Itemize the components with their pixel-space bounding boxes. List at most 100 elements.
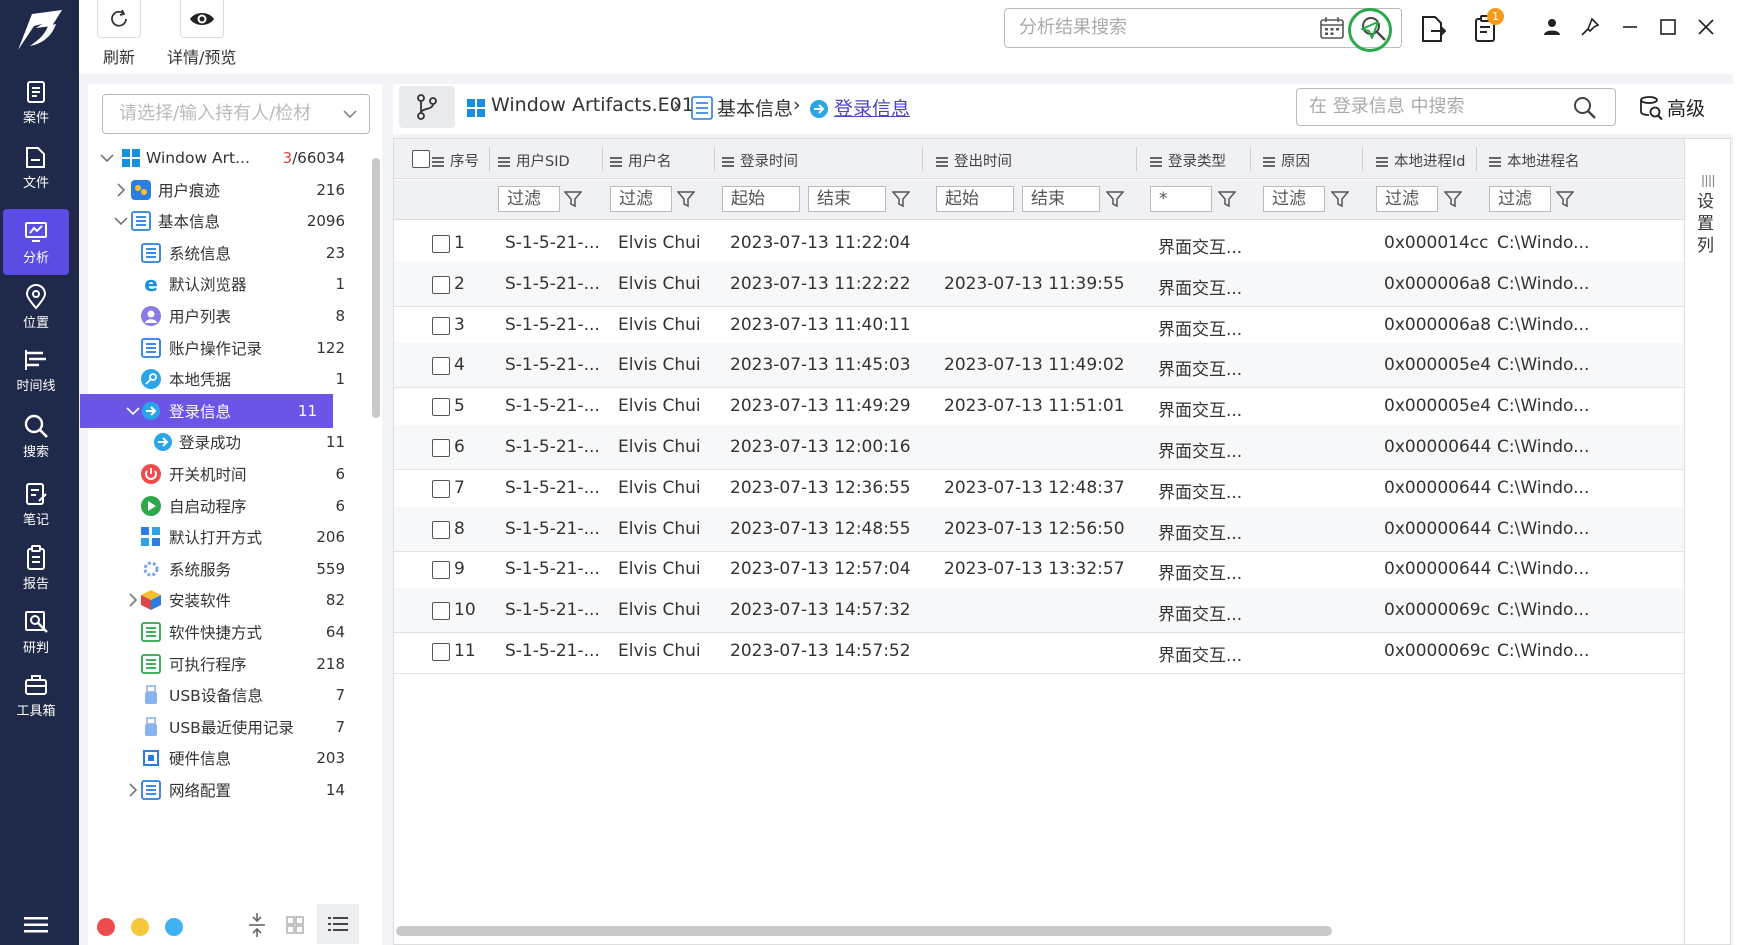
tree-item[interactable]: 软件快捷方式 64	[88, 615, 369, 649]
table-row[interactable]: 10 S-1-5-21-... Elvis Chui 2023-07-13 14:57…	[394, 588, 1684, 634]
tree-item[interactable]: Window Art... 3/66034	[88, 141, 369, 175]
table-row[interactable]: 5 S-1-5-21-... Elvis Chui 2023-07-13 11:49:…	[394, 384, 1684, 430]
grid-view-icon[interactable]	[286, 916, 304, 934]
minimize-button[interactable]	[1619, 16, 1641, 38]
column-filter-input[interactable]: 结束	[808, 186, 886, 212]
collapse-all-icon[interactable]	[247, 912, 267, 938]
column-divider[interactable]	[489, 147, 490, 171]
chevron-down-icon[interactable]	[114, 214, 128, 228]
tree-item[interactable]: 开关机时间 6	[88, 457, 369, 491]
row-checkbox[interactable]	[432, 602, 450, 621]
search-icon[interactable]	[1573, 96, 1597, 120]
nav-item-timeline[interactable]: 时间线	[3, 337, 69, 403]
list-view-button[interactable]	[317, 904, 359, 944]
tree-item[interactable]: 基本信息 2096	[88, 204, 369, 238]
row-checkbox[interactable]	[432, 357, 450, 376]
nav-item-analysis[interactable]: 分析	[3, 209, 69, 275]
tree-scrollbar[interactable]	[372, 158, 380, 418]
tree-item[interactable]: 网络配置 14	[88, 773, 369, 807]
tree-item[interactable]: e 默认浏览器 1	[88, 267, 369, 301]
nav-item-investigate[interactable]: 研判	[3, 599, 69, 665]
column-divider[interactable]	[602, 147, 603, 171]
pin-button[interactable]	[1579, 16, 1601, 38]
breadcrumb-current[interactable]: 登录信息	[834, 94, 910, 121]
filter-icon[interactable]	[677, 190, 695, 208]
tree-item[interactable]: 登录信息 11	[80, 393, 333, 428]
menu-icon[interactable]	[24, 915, 48, 935]
column-filter-input[interactable]: 过滤	[1376, 186, 1438, 212]
nav-item-search[interactable]: 搜索	[3, 403, 69, 469]
filter-icon[interactable]	[892, 190, 910, 208]
filter-icon[interactable]	[1218, 190, 1236, 208]
tree-item[interactable]: 账户操作记录 122	[88, 331, 369, 365]
chevron-right-icon[interactable]	[114, 183, 128, 197]
tree-item[interactable]: 系统信息 23	[88, 236, 369, 270]
column-divider[interactable]	[714, 147, 715, 171]
column-header[interactable]: 序号	[432, 150, 479, 171]
row-checkbox[interactable]	[432, 398, 450, 417]
yellow-tag-dot[interactable]	[131, 918, 149, 936]
filter-icon[interactable]	[1106, 190, 1124, 208]
column-filter-input[interactable]: 过滤	[1489, 186, 1551, 212]
blue-tag-dot[interactable]	[165, 918, 183, 936]
tree-item[interactable]: 本地凭据 1	[88, 362, 369, 396]
analysis-search-input[interactable]	[1019, 17, 1299, 38]
column-filter-input[interactable]: *	[1150, 186, 1212, 212]
tree-item[interactable]: 可执行程序 218	[88, 647, 369, 681]
nav-item-folder[interactable]: 文件	[3, 134, 69, 200]
column-filter-input[interactable]: 过滤	[498, 186, 560, 212]
column-header[interactable]: 登出时间	[936, 150, 1012, 171]
nav-item-toolbox[interactable]: 工具箱	[3, 662, 69, 728]
horizontal-scrollbar[interactable]	[396, 926, 1332, 936]
calendar-icon[interactable]	[1320, 17, 1344, 39]
red-tag-dot[interactable]	[97, 918, 115, 936]
column-divider[interactable]	[1250, 147, 1251, 171]
column-filter-input[interactable]: 过滤	[1263, 186, 1325, 212]
column-settings-button[interactable]: 设置列	[1684, 139, 1730, 944]
select-all-checkbox[interactable]	[412, 150, 430, 168]
chevron-down-icon[interactable]	[100, 151, 114, 165]
row-checkbox[interactable]	[432, 520, 450, 539]
sync-status-button[interactable]	[1348, 8, 1392, 52]
nav-item-location[interactable]: 位置	[3, 274, 69, 340]
column-filter-input[interactable]: 起始	[722, 186, 800, 212]
branch-button[interactable]	[399, 86, 455, 128]
row-checkbox[interactable]	[432, 316, 450, 335]
refresh-button[interactable]: 刷新	[97, 0, 141, 68]
tree-item[interactable]: 登录成功 11	[88, 425, 369, 459]
filter-icon[interactable]	[564, 190, 582, 208]
column-divider[interactable]	[1362, 147, 1363, 171]
tree-item[interactable]: USB设备信息 7	[88, 678, 369, 712]
column-filter-input[interactable]: 过滤	[610, 186, 672, 212]
column-filter-input[interactable]: 结束	[1022, 186, 1100, 212]
nav-item-report[interactable]: 报告	[3, 535, 69, 601]
nav-item-note[interactable]: 笔记	[3, 471, 69, 537]
table-row[interactable]: 4 S-1-5-21-... Elvis Chui 2023-07-13 11:45:…	[394, 343, 1684, 389]
export-button[interactable]	[1419, 14, 1447, 44]
table-row[interactable]: 3 S-1-5-21-... Elvis Chui 2023-07-13 11:40:…	[394, 303, 1684, 348]
table-row[interactable]: 6 S-1-5-21-... Elvis Chui 2023-07-13 12:00:…	[394, 425, 1684, 470]
breadcrumb-evidence[interactable]: Window Artifacts.E01	[491, 94, 694, 116]
column-header[interactable]: 本地进程Id	[1376, 150, 1465, 171]
column-filter-input[interactable]: 起始	[936, 186, 1014, 212]
row-checkbox[interactable]	[432, 235, 450, 253]
row-checkbox[interactable]	[432, 479, 450, 498]
filter-icon[interactable]	[1331, 190, 1349, 208]
user-button[interactable]	[1541, 16, 1563, 38]
tree-item[interactable]: 用户痕迹 216	[88, 173, 369, 207]
chevron-right-icon[interactable]	[126, 783, 140, 797]
column-header[interactable]: 登录类型	[1150, 150, 1226, 171]
table-row[interactable]: 7 S-1-5-21-... Elvis Chui 2023-07-13 12:36:…	[394, 466, 1684, 511]
table-row[interactable]: 11 S-1-5-21-... Elvis Chui 2023-07-13 14:57…	[394, 629, 1684, 674]
tree-item[interactable]: USB最近使用记录 7	[88, 710, 369, 744]
row-checkbox[interactable]	[432, 561, 450, 580]
column-divider[interactable]	[922, 147, 923, 171]
chevron-right-icon[interactable]	[126, 593, 140, 607]
filter-icon[interactable]	[1556, 190, 1574, 208]
table-row[interactable]: 8 S-1-5-21-... Elvis Chui 2023-07-13 12:48:…	[394, 506, 1684, 552]
tree-item[interactable]: 安装软件 82	[88, 583, 369, 617]
tree-item[interactable]: 默认打开方式 206	[88, 520, 369, 554]
holder-select[interactable]	[102, 94, 370, 134]
maximize-button[interactable]	[1657, 16, 1679, 38]
column-header[interactable]: 用户名	[610, 150, 672, 171]
